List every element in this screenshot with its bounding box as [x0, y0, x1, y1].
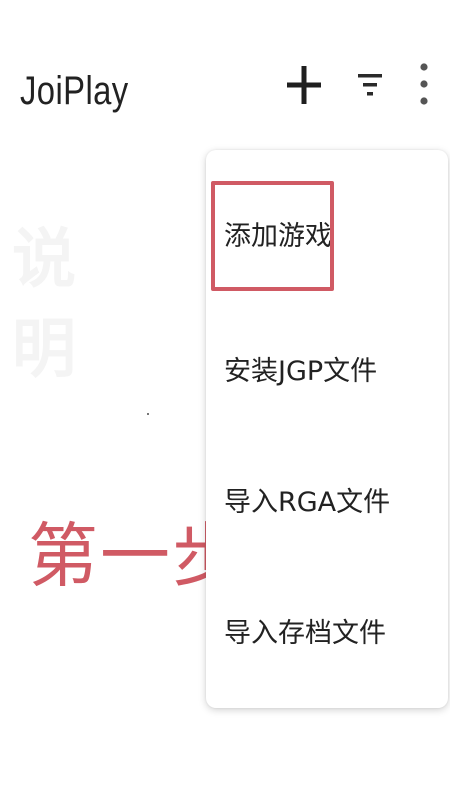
more-vertical-icon[interactable]	[412, 58, 436, 110]
app-title: JoiPlay	[20, 69, 129, 113]
filter-icon[interactable]	[354, 64, 386, 106]
menu-item-import-rga[interactable]: 导入RGA文件	[206, 449, 448, 549]
highlight-frame	[211, 181, 334, 291]
menu-item-install-jgp[interactable]: 安装JGP文件	[206, 318, 448, 418]
app-screen: JoiPlay 说明 第一步 添加游戏 安装JGP文件 导入RGA文件 导入存档…	[0, 0, 450, 800]
plus-icon[interactable]	[287, 62, 321, 108]
speck	[147, 413, 149, 415]
background-faint-text: 说明	[12, 223, 76, 387]
menu-item-import-save[interactable]: 导入存档文件	[206, 580, 448, 680]
